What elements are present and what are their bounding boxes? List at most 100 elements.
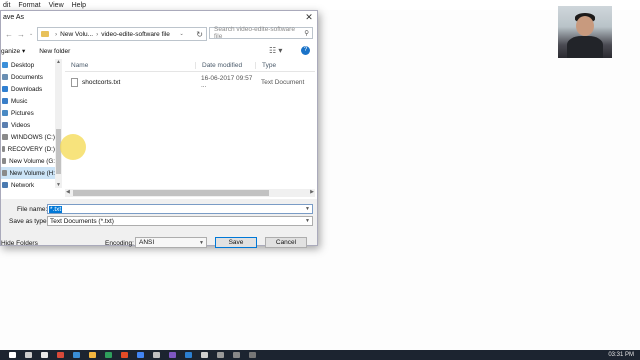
recent-chevron-icon[interactable]: ⌄ xyxy=(29,31,33,37)
scrollbar-thumb[interactable] xyxy=(73,190,269,196)
file-name-label: File name: xyxy=(17,206,48,213)
taskbar-clock[interactable]: 03:31 PM xyxy=(608,352,634,358)
search-placeholder: Search video-edite-software file xyxy=(214,26,295,40)
save-type-select[interactable]: Text Documents (*.txt) ▼ xyxy=(47,216,313,226)
scroll-left-icon[interactable]: ◀ xyxy=(66,189,70,195)
file-name-input[interactable]: *.txt ▼ xyxy=(47,204,313,214)
dropdown-arrow-icon[interactable]: ▼ xyxy=(305,206,310,212)
breadcrumb-item[interactable]: New Volu... xyxy=(60,31,93,38)
scroll-right-icon[interactable]: ▶ xyxy=(310,189,314,195)
dropdown-arrow-icon[interactable]: ▼ xyxy=(305,218,310,224)
taskbar-app-icon[interactable] xyxy=(169,352,176,358)
navigation-row: ← → ⌄ ↑ › New Volu... › video-edite-soft… xyxy=(1,26,317,42)
horizontal-scrollbar[interactable]: ◀ ▶ xyxy=(65,189,315,197)
sidebar-item[interactable]: WINDOWS (C:) xyxy=(1,131,55,143)
close-icon[interactable]: ✕ xyxy=(301,12,317,23)
sidebar-scrollbar[interactable]: ▲ ▼ xyxy=(55,59,62,188)
column-header-name[interactable]: Name xyxy=(65,62,195,69)
sidebar-item-label: Downloads xyxy=(11,85,43,93)
menu-view[interactable]: View xyxy=(49,2,64,9)
taskbar-app-icon[interactable] xyxy=(201,352,208,358)
file-name-cell: shoctcorts.txt xyxy=(65,77,195,87)
menu-help[interactable]: Help xyxy=(72,2,86,9)
save-button[interactable]: Save xyxy=(215,237,257,248)
taskbar-app-icon[interactable] xyxy=(185,352,192,358)
taskbar: 03:31 PM xyxy=(0,350,640,360)
save-type-label: Save as type: xyxy=(9,218,49,225)
text-file-icon xyxy=(71,77,78,87)
encoding-value: ANSI xyxy=(139,239,155,246)
cursor-highlight xyxy=(60,134,86,160)
taskbar-app-icon[interactable] xyxy=(9,352,16,358)
sidebar-item[interactable]: Videos xyxy=(1,119,55,131)
taskbar-app-icon[interactable] xyxy=(153,352,160,358)
sidebar-item-label: Music xyxy=(11,97,28,105)
taskbar-app-icon[interactable] xyxy=(73,352,80,358)
file-row[interactable]: shoctcorts.txt 16-06-2017 09:57 ... Text… xyxy=(65,75,315,89)
sidebar-item[interactable]: Network xyxy=(1,179,55,188)
sidebar-location-icon xyxy=(2,170,7,176)
sidebar-location-icon xyxy=(2,158,7,164)
taskbar-app-icon[interactable] xyxy=(41,352,48,358)
sidebar-location-icon xyxy=(2,182,8,188)
taskbar-app-icon[interactable] xyxy=(137,352,144,358)
sidebar-item[interactable]: Music xyxy=(1,95,55,107)
taskbar-app-icon[interactable] xyxy=(249,352,256,358)
sidebar-item-label: Network xyxy=(11,181,35,189)
sidebar-item[interactable]: RECOVERY (D:) xyxy=(1,143,55,155)
help-icon[interactable]: ? xyxy=(301,46,310,55)
sidebar-item[interactable]: New Volume (G: xyxy=(1,155,55,167)
dialog-titlebar[interactable]: ave As ✕ xyxy=(1,11,317,24)
encoding-select[interactable]: ANSI ▼ xyxy=(135,237,207,248)
column-header-type[interactable]: Type xyxy=(255,61,315,69)
dialog-title: ave As xyxy=(3,14,25,21)
webcam-overlay xyxy=(558,6,612,58)
sidebar-item[interactable]: Pictures xyxy=(1,107,55,119)
menu-format[interactable]: Format xyxy=(18,2,40,9)
refresh-icon[interactable]: ↻ xyxy=(196,30,203,39)
file-type: Text Document xyxy=(261,78,305,86)
column-header-date[interactable]: Date modified xyxy=(195,61,255,69)
taskbar-app-icon[interactable] xyxy=(105,352,112,358)
sidebar-location-icon xyxy=(2,62,8,68)
sidebar-item-label: New Volume (G: xyxy=(9,157,55,165)
taskbar-app-icon[interactable] xyxy=(233,352,240,358)
taskbar-app-icon[interactable] xyxy=(217,352,224,358)
dropdown-chevron-icon[interactable]: ⌄ xyxy=(179,31,183,37)
taskbar-app-icon[interactable] xyxy=(121,352,128,358)
search-input[interactable]: Search video-edite-software file ⚲ xyxy=(209,26,313,40)
save-as-dialog: ave As ✕ ← → ⌄ ↑ › New Volu... › video-e… xyxy=(0,10,318,248)
sidebar-item-label: RECOVERY (D:) xyxy=(7,145,55,153)
forward-arrow-icon[interactable]: → xyxy=(17,30,25,39)
scroll-up-icon[interactable]: ▲ xyxy=(55,59,62,65)
sidebar-item-label: WINDOWS (C:) xyxy=(10,133,55,141)
sidebar-item[interactable]: Documents xyxy=(1,71,55,83)
sidebar-item[interactable]: Desktop xyxy=(1,59,55,71)
address-bar[interactable]: › New Volu... › video-edite-software fil… xyxy=(37,27,207,41)
file-name: shoctcorts.txt xyxy=(82,78,121,86)
sidebar-item-label: Videos xyxy=(11,121,31,129)
sidebar-location-icon xyxy=(2,86,8,92)
sidebar-item-label: Desktop xyxy=(11,61,35,69)
new-folder-button[interactable]: New folder xyxy=(39,48,70,55)
breadcrumb-item[interactable]: video-edite-software file xyxy=(101,31,170,38)
back-arrow-icon[interactable]: ← xyxy=(5,30,13,39)
scroll-down-icon[interactable]: ▼ xyxy=(55,182,62,188)
hide-folders-toggle[interactable]: Hide Folders xyxy=(1,240,38,247)
taskbar-app-icon[interactable] xyxy=(57,352,64,358)
dropdown-arrow-icon[interactable]: ▼ xyxy=(199,240,204,246)
taskbar-app-icon[interactable] xyxy=(89,352,96,358)
dialog-toolbar: ganize ▾ New folder ☷ ▾ ? xyxy=(1,44,317,58)
sidebar-location-icon xyxy=(2,110,8,116)
sidebar-location-icon xyxy=(2,98,8,104)
sidebar-item[interactable]: Downloads xyxy=(1,83,55,95)
view-options-icon[interactable]: ☷ ▾ xyxy=(269,46,282,55)
taskbar-app-icon[interactable] xyxy=(25,352,32,358)
file-date: 16-06-2017 09:57 ... xyxy=(201,75,253,89)
organize-button[interactable]: ganize ▾ xyxy=(1,47,25,55)
sidebar-location-icon xyxy=(2,74,8,80)
menu-edit[interactable]: dit xyxy=(3,2,10,9)
sidebar-item[interactable]: New Volume (H: xyxy=(1,167,55,179)
sidebar-item-label: Documents xyxy=(11,73,43,81)
cancel-button[interactable]: Cancel xyxy=(265,237,307,248)
